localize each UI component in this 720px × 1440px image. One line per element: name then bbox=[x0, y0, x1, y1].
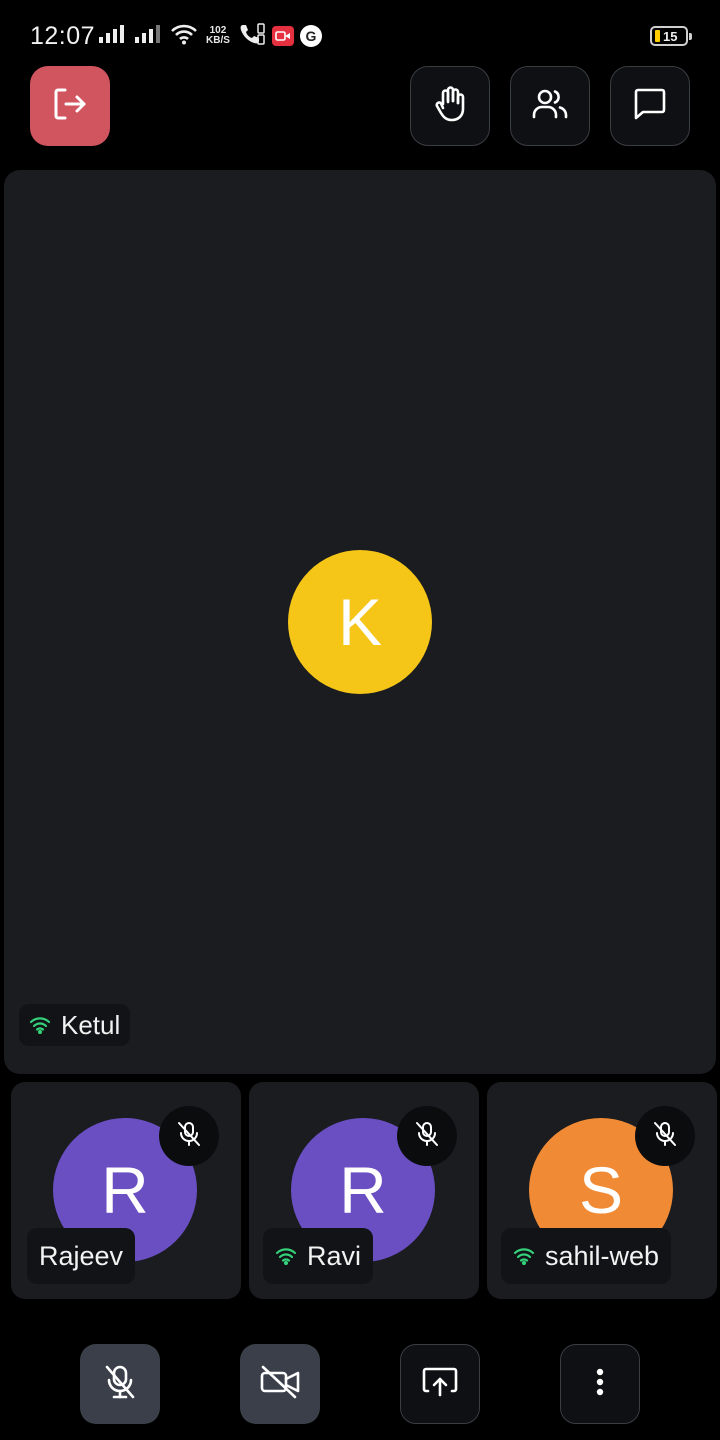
network-quality-icon bbox=[29, 1016, 51, 1034]
chat-button[interactable] bbox=[610, 66, 690, 146]
participant-name: Ketul bbox=[61, 1009, 121, 1040]
toggle-mic-button[interactable] bbox=[80, 1344, 160, 1424]
more-options-button[interactable] bbox=[560, 1344, 640, 1424]
toggle-camera-button[interactable] bbox=[240, 1344, 320, 1424]
participant-name-tag: Ravi bbox=[263, 1228, 374, 1284]
avatar-initial: R bbox=[101, 1153, 149, 1227]
avatar-initial: R bbox=[339, 1153, 387, 1227]
raise-hand-button[interactable] bbox=[410, 66, 490, 146]
network-quality-icon bbox=[275, 1247, 297, 1265]
participant-name: sahil-web bbox=[545, 1240, 660, 1271]
raise-hand-icon bbox=[430, 84, 470, 129]
mic-off-icon bbox=[100, 1362, 140, 1407]
network-quality-icon bbox=[513, 1247, 535, 1265]
leave-meeting-button[interactable] bbox=[30, 66, 110, 146]
participant-name-tag: sahil-web bbox=[501, 1228, 672, 1284]
mic-off-icon bbox=[413, 1120, 441, 1153]
main-video-tile[interactable]: K Ketul bbox=[4, 170, 716, 1074]
participant-tile[interactable]: S sahil-web bbox=[487, 1082, 717, 1299]
battery-icon: 15 bbox=[650, 26, 692, 46]
google-icon: G bbox=[299, 25, 322, 47]
avatar-initial: S bbox=[578, 1153, 624, 1227]
mic-off-icon bbox=[175, 1120, 203, 1153]
participant-tile[interactable]: R Rajeev bbox=[11, 1082, 241, 1299]
more-vertical-icon bbox=[580, 1362, 620, 1407]
net-speed: 102 KB/S bbox=[206, 25, 230, 46]
status-time: 12:07 bbox=[30, 22, 96, 50]
share-screen-button[interactable] bbox=[400, 1344, 480, 1424]
signal-icon bbox=[98, 24, 128, 49]
avatar: K bbox=[288, 550, 432, 694]
participants-button[interactable] bbox=[510, 66, 590, 146]
participant-tile[interactable]: R Ravi bbox=[249, 1082, 479, 1299]
wifi-icon bbox=[170, 23, 198, 50]
leave-icon bbox=[50, 84, 90, 129]
participant-name-tag: Ketul bbox=[19, 1004, 131, 1046]
avatar-initial: K bbox=[337, 585, 383, 659]
screen-share-icon bbox=[420, 1362, 460, 1407]
mic-muted-badge bbox=[635, 1106, 695, 1166]
status-bar: 12:07 102 KB/S G 15 bbox=[0, 0, 720, 70]
participant-name: Ravi bbox=[307, 1240, 362, 1271]
mic-muted-badge bbox=[397, 1106, 457, 1166]
chat-icon bbox=[630, 84, 670, 129]
mic-muted-badge bbox=[159, 1106, 219, 1166]
signal-icon bbox=[134, 24, 164, 49]
camera-off-icon bbox=[258, 1362, 302, 1407]
participants-icon bbox=[530, 84, 570, 129]
participant-name: Rajeev bbox=[39, 1240, 124, 1271]
status-icons: 102 KB/S G bbox=[98, 22, 322, 50]
screen-record-icon bbox=[271, 26, 294, 46]
mic-off-icon bbox=[651, 1120, 679, 1153]
participant-name-tag: Rajeev bbox=[27, 1228, 136, 1284]
volte-call-icon bbox=[238, 22, 266, 51]
battery-level: 15 bbox=[663, 28, 678, 44]
